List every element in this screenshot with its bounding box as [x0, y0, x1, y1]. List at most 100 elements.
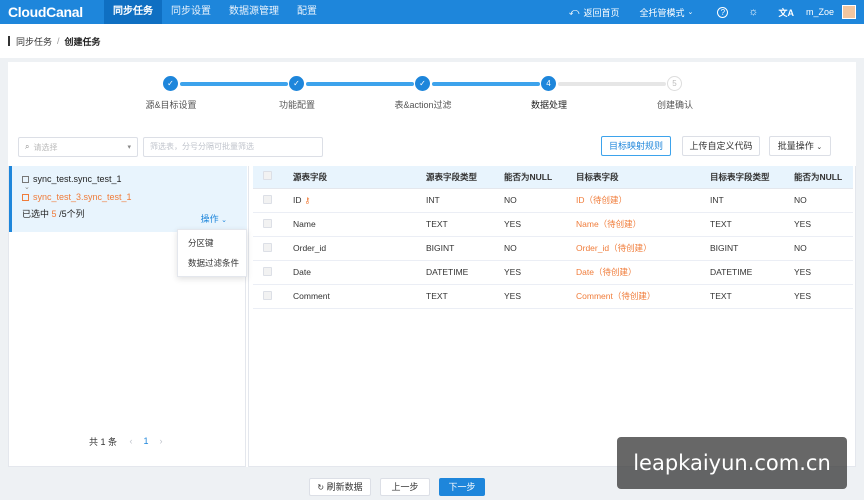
step-bar: ✓ ✓ ✓ 4 5 源&目标设置 功能配置 表&action过滤 数据处理 创建…: [8, 74, 856, 122]
table-header-row: 源表字段 源表字段类型 能否为NULL 目标表字段 目标表字段类型 能否为NUL…: [253, 166, 853, 189]
table-list-item[interactable]: sync_test.sync_test_1 ⌄ sync_test_3.sync…: [9, 166, 247, 232]
step-2-done-icon: ✓: [289, 76, 304, 91]
nav-sync-tasks[interactable]: 同步任务: [104, 0, 162, 24]
nav-datasource[interactable]: 数据源管理: [220, 0, 288, 24]
target-field[interactable]: Date（待创建）: [576, 260, 710, 285]
chevron-down-icon: ⌄: [687, 9, 694, 16]
ops-menu: 分区键 数据过滤条件: [177, 229, 247, 277]
source-field: Order_id: [293, 236, 426, 261]
step-4-label: 数据处理: [530, 100, 568, 110]
help-button[interactable]: ?: [717, 6, 729, 18]
source-field: Name: [293, 212, 426, 237]
source-null: NO: [504, 236, 576, 261]
mapping-rule-button[interactable]: 目标映射规则: [601, 136, 671, 156]
key-icon: ⚷: [304, 196, 311, 205]
source-null: YES: [504, 212, 576, 237]
row-checkbox[interactable]: [263, 290, 272, 300]
refresh-label: 刷新数据: [326, 482, 363, 492]
refresh-icon: ↻: [317, 483, 325, 492]
source-field: ID: [293, 195, 302, 205]
main-panel: ✓ ✓ ✓ 4 5 源&目标设置 功能配置 表&action过滤 数据处理 创建…: [8, 62, 856, 467]
header-source-null: 能否为NULL: [504, 166, 576, 189]
next-page-icon[interactable]: ›: [155, 436, 167, 446]
source-type: INT: [426, 188, 504, 213]
batch-ops-label: 批量操作: [777, 141, 814, 151]
checkbox-cell: [253, 260, 293, 285]
next-step-button[interactable]: 下一步: [439, 478, 485, 496]
target-table: sync_test_3.sync_test_1: [22, 192, 247, 202]
target-type: TEXT: [710, 212, 794, 237]
row-checkbox[interactable]: [263, 266, 272, 276]
table-filter-input[interactable]: 筛选表，分号分隔可批量筛选: [143, 137, 323, 157]
total-count: 共 1 条: [89, 436, 118, 447]
arrow-down-icon: ⌄: [24, 184, 30, 191]
logo[interactable]: CloudCanal: [0, 4, 104, 20]
column-mapping-table: 源表字段 源表字段类型 能否为NULL 目标表字段 目标表字段类型 能否为NUL…: [248, 166, 856, 467]
refresh-button[interactable]: ↻ 刷新数据: [309, 478, 371, 496]
username: m_Zoe: [805, 7, 834, 17]
menu-item-data-filter[interactable]: 数据过滤条件: [178, 253, 246, 273]
checkbox-cell: [253, 284, 293, 309]
nav-sync-settings[interactable]: 同步设置: [162, 0, 220, 24]
target-field[interactable]: Name（待创建）: [576, 212, 710, 237]
mode-dropdown[interactable]: 全托管模式 ⌄: [640, 6, 698, 19]
target-table-name: sync_test_3.sync_test_1: [33, 192, 132, 202]
step-connector: [558, 82, 666, 86]
theme-button[interactable]: ☼: [748, 6, 758, 18]
row-checkbox[interactable]: [263, 218, 272, 228]
page-number[interactable]: 1: [139, 434, 153, 448]
breadcrumb-marker: [8, 36, 10, 46]
batch-ops-button[interactable]: 批量操作 ⌄: [769, 136, 831, 156]
target-field[interactable]: Comment（待创建）: [576, 284, 710, 309]
back-home-link[interactable]: ⤺ 返回首页: [569, 6, 620, 19]
source-field-cell: ID ⚷: [293, 188, 426, 213]
breadcrumb: 同步任务 / 创建任务: [0, 24, 864, 58]
table-row: Date DATETIME YES Date（待创建） DATETIME YES: [253, 260, 853, 285]
prev-step-button[interactable]: 上一步: [380, 478, 430, 496]
target-field[interactable]: ID（待创建）: [576, 188, 710, 213]
step-3-done-icon: ✓: [415, 76, 430, 91]
ops-dropdown[interactable]: 操作 ⌄: [201, 212, 227, 225]
source-null: NO: [504, 188, 576, 213]
step-connector: [432, 82, 540, 86]
schema-select[interactable]: ⌕ 请选择 ▾: [18, 137, 138, 157]
row-checkbox[interactable]: [263, 194, 272, 204]
source-field: Date: [293, 260, 426, 285]
breadcrumb-separator: /: [57, 36, 60, 46]
upload-code-button[interactable]: 上传自定义代码: [682, 136, 760, 156]
watermark: leapkaiyun.com.cn: [617, 437, 847, 489]
user-menu[interactable]: m_Zoe: [806, 7, 834, 17]
source-field: Comment: [293, 284, 426, 309]
prev-page-icon[interactable]: ‹: [125, 436, 137, 446]
selected-prefix: 已选中: [22, 209, 50, 219]
language-button[interactable]: 文A: [778, 6, 794, 19]
step-2-label: 功能配置: [278, 100, 316, 110]
target-null: YES: [794, 212, 853, 237]
table-icon: [22, 175, 29, 183]
source-null: YES: [504, 284, 576, 309]
toolbar: ⌕ 请选择 ▾ 筛选表，分号分隔可批量筛选 目标映射规则 上传自定义代码 批量操…: [8, 134, 856, 160]
breadcrumb-parent[interactable]: 同步任务: [16, 35, 52, 48]
nav-config[interactable]: 配置: [288, 0, 326, 24]
step-4-current: 4: [541, 76, 556, 91]
source-table-name: sync_test.sync_test_1: [33, 174, 122, 184]
step-1-label: 源&目标设置: [145, 100, 197, 110]
step-connector: [180, 82, 288, 86]
help-icon: ?: [717, 6, 729, 18]
source-null: YES: [504, 260, 576, 285]
selected-suffix: /5个列: [59, 209, 85, 219]
avatar[interactable]: [842, 5, 856, 19]
target-field[interactable]: Order_id（待创建）: [576, 236, 710, 261]
step-5-label: 创建确认: [656, 100, 694, 110]
step-connector: [306, 82, 414, 86]
target-type: DATETIME: [710, 260, 794, 285]
mode-label: 全托管模式: [639, 7, 685, 18]
step-5-pending: 5: [667, 76, 682, 91]
row-checkbox[interactable]: [263, 242, 272, 252]
menu-item-partition-key[interactable]: 分区键: [178, 233, 246, 253]
sun-icon: ☼: [748, 6, 759, 18]
return-icon: ⤺: [568, 6, 580, 18]
target-null: NO: [794, 188, 853, 213]
select-all-checkbox[interactable]: [263, 171, 272, 181]
search-icon: ⌕: [25, 142, 30, 151]
